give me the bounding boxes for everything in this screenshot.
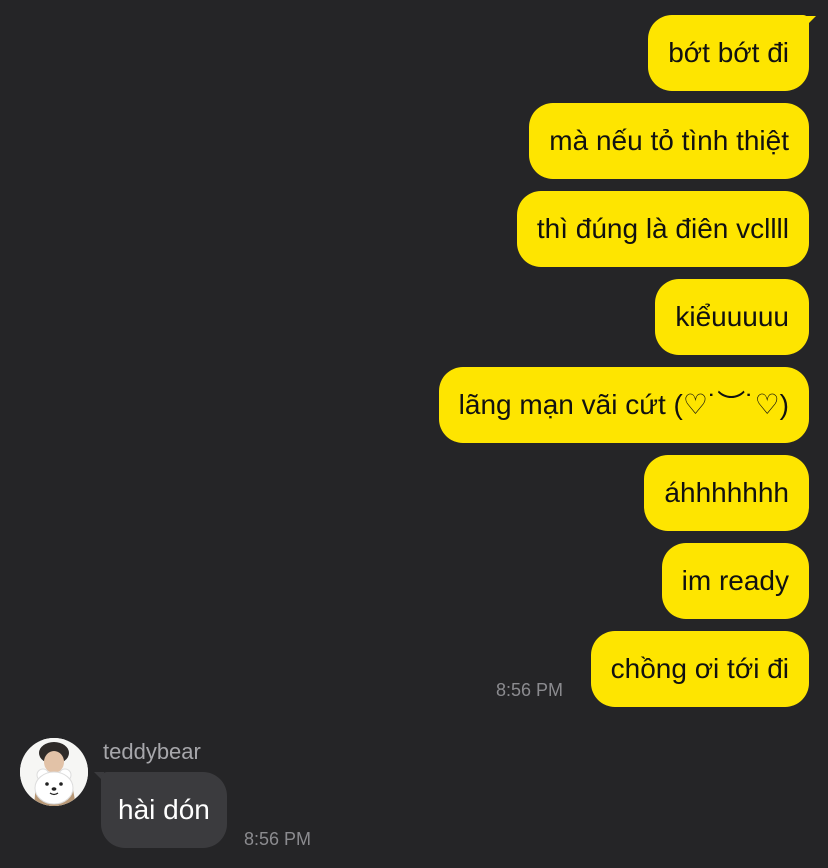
outgoing-message-bubble[interactable]: kiểuuuuu (655, 279, 809, 355)
sender-avatar[interactable] (20, 738, 88, 806)
outgoing-timestamp: 8:56 PM (495, 680, 563, 700)
outgoing-message-bubble[interactable]: thì đúng là điên vcllll (516, 191, 809, 267)
sender-name: teddybear (103, 739, 201, 764)
incoming-timestamp: 8:56 PM (244, 829, 312, 849)
outgoing-message-bubble[interactable]: bớt bớt đi (648, 15, 809, 91)
outgoing-message-bubble[interactable]: lãng mạn vãi cứt (♡˙︶˙♡) (438, 367, 809, 443)
outgoing-message-bubble[interactable]: áhhhhhhh (644, 455, 809, 531)
incoming-message-bubble[interactable]: hài dón (101, 772, 227, 848)
profile-photo-with-teddy-bear-icon (20, 738, 88, 806)
outgoing-message-bubble[interactable]: chồng ơi tới đi (590, 631, 809, 707)
outgoing-message-bubble[interactable]: im ready (661, 543, 809, 619)
outgoing-message-bubble[interactable]: mà nếu tỏ tình thiệt (529, 103, 809, 179)
